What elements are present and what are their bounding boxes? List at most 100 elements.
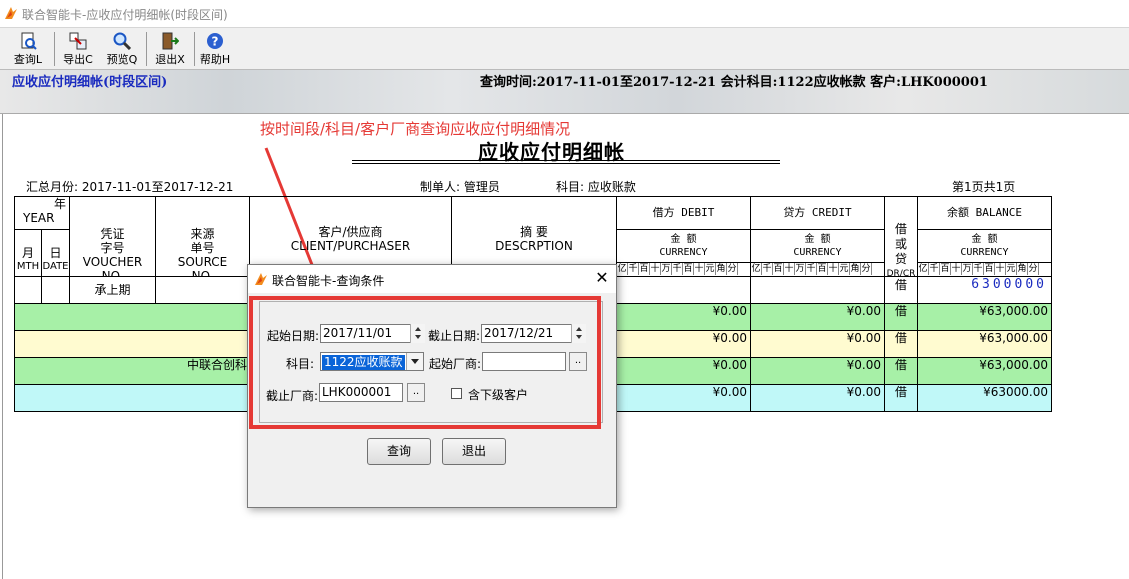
help-button[interactable]: ? 帮助H bbox=[197, 30, 233, 68]
report-subject: 科目: 应收账款 bbox=[556, 180, 636, 194]
digit-unit-label: 分 bbox=[727, 263, 738, 275]
table-cell-credit: ¥0.00 bbox=[750, 330, 885, 358]
report-banner: 应收应付明细帐(时段区间) 查询时间:2017-11-01至2017-12-21… bbox=[0, 70, 1129, 114]
highlight-box bbox=[249, 296, 601, 429]
table-cell-balance: ¥63,000.00 bbox=[917, 357, 1052, 385]
header-balance: 余额 BALANCE bbox=[917, 196, 1052, 230]
digit-unit-label: 万 bbox=[962, 263, 973, 275]
digit-unit-label: 千 bbox=[628, 263, 639, 275]
svg-text:?: ? bbox=[212, 35, 219, 49]
digit-unit-label: 千 bbox=[806, 263, 817, 275]
digit-unit-label: 千 bbox=[762, 263, 773, 275]
header-credit: 贷方 CREDIT bbox=[750, 196, 885, 230]
title-underline bbox=[352, 163, 780, 164]
digit-unit-label: 分 bbox=[1028, 263, 1039, 275]
magnifier-icon bbox=[113, 32, 131, 50]
table-cell bbox=[41, 276, 70, 304]
dialog-titlebar: 联合智能卡-查询条件 ✕ bbox=[248, 265, 616, 293]
export-icon bbox=[69, 32, 87, 50]
dialog-exit-button[interactable]: 退出 bbox=[442, 438, 506, 465]
digit-unit-label: 亿 bbox=[918, 263, 929, 275]
toolbar-separator bbox=[146, 32, 147, 66]
summary-month: 汇总月份: 2017-11-01至2017-12-21 bbox=[26, 180, 234, 194]
table-cell-balance: 6300000 bbox=[917, 276, 1052, 304]
export-button[interactable]: 导出C bbox=[58, 30, 98, 68]
header-voucher: 凭证 字号 VOUCHER NO. bbox=[69, 196, 156, 277]
table-cell-credit: ¥0.00 bbox=[750, 384, 885, 412]
digit-unit-label: 元 bbox=[1006, 263, 1017, 275]
dialog-title: 联合智能卡-查询条件 bbox=[272, 274, 385, 288]
report-maker: 制单人: 管理员 bbox=[420, 180, 500, 194]
exit-door-icon bbox=[162, 32, 179, 50]
table-cell-debit: ¥0.00 bbox=[616, 330, 751, 358]
digit-unit-label: 十 bbox=[828, 263, 839, 275]
digit-unit-label: 角 bbox=[1017, 263, 1028, 275]
table-cell-dc: 借 bbox=[884, 276, 918, 304]
header-day: 日 DATE bbox=[41, 229, 70, 277]
digit-unit-label: 十 bbox=[784, 263, 795, 275]
table-cell-dc: 借 bbox=[884, 357, 918, 385]
window-title: 联合智能卡-应收应付明细帐(时段区间) bbox=[22, 8, 228, 22]
header-year: 年 YEAR bbox=[14, 196, 70, 230]
table-cell-credit: ¥0.00 bbox=[750, 357, 885, 385]
table-cell-credit: ¥0.00 bbox=[750, 303, 885, 331]
page-indicator: 第1页共1页 bbox=[952, 180, 1016, 194]
header-debit-currency: 金 额 CURRENCY bbox=[616, 229, 751, 263]
digit-unit-label: 百 bbox=[817, 263, 828, 275]
digit-unit-label: 百 bbox=[773, 263, 784, 275]
dialog-query-button[interactable]: 查询 bbox=[367, 438, 431, 465]
digit-unit-label: 千 bbox=[672, 263, 683, 275]
digit-unit-label: 万 bbox=[795, 263, 806, 275]
digit-unit-label: 百 bbox=[984, 263, 995, 275]
digit-unit-label: 角 bbox=[716, 263, 727, 275]
header-credit-currency: 金 额 CURRENCY bbox=[750, 229, 885, 263]
table-cell-dc: 借 bbox=[884, 384, 918, 412]
table-cell bbox=[155, 276, 250, 304]
digit-unit-label: 角 bbox=[850, 263, 861, 275]
digit-unit-label: 千 bbox=[973, 263, 984, 275]
table-cell-balance: ¥63,000.00 bbox=[917, 303, 1052, 331]
query-icon bbox=[21, 32, 37, 50]
table-cell-source: 承上期 bbox=[69, 276, 156, 304]
help-icon: ? bbox=[207, 33, 223, 49]
table-cell-debit: ¥0.00 bbox=[616, 384, 751, 412]
table-cell-balance: ¥63,000.00 bbox=[917, 330, 1052, 358]
title-underline bbox=[352, 160, 780, 161]
digit-unit-label: 元 bbox=[839, 263, 850, 275]
toolbar: 查询L 导出C 预览Q 退出X ? 帮助H bbox=[0, 28, 1129, 70]
toolbar-separator bbox=[194, 32, 195, 66]
digit-unit-label: 百 bbox=[639, 263, 650, 275]
digit-unit-label: 十 bbox=[995, 263, 1006, 275]
digit-unit-label: 十 bbox=[951, 263, 962, 275]
banner-title: 应收应付明细帐(时段区间) bbox=[12, 75, 168, 90]
close-icon[interactable]: ✕ bbox=[592, 268, 612, 288]
window-titlebar: 联合智能卡-应收应付明细帐(时段区间) bbox=[0, 0, 1129, 28]
table-cell-debit: ¥0.00 bbox=[616, 303, 751, 331]
query-dialog: 联合智能卡-查询条件 ✕ 起始日期: 2017/11/01 截止日期: 2017… bbox=[247, 264, 617, 508]
header-dc: 借 或 贷 DR/CR bbox=[884, 196, 918, 277]
toolbar-separator bbox=[54, 32, 55, 66]
header-debit-digits: 亿千百十万千百十元角分 bbox=[616, 262, 751, 277]
banner-query-info: 查询时间:2017-11-01至2017-12-21 会计科目:1122应收帐款… bbox=[480, 75, 988, 90]
table-cell-balance: ¥63000.00 bbox=[917, 384, 1052, 412]
table-cell bbox=[750, 276, 885, 304]
digit-unit-label: 十 bbox=[694, 263, 705, 275]
table-cell bbox=[14, 276, 42, 304]
header-credit-digits: 亿千百十万千百十元角分 bbox=[750, 262, 885, 277]
digit-unit-label: 十 bbox=[650, 263, 661, 275]
header-balance-currency: 金 额 CURRENCY bbox=[917, 229, 1052, 263]
query-button[interactable]: 查询L bbox=[8, 30, 48, 68]
exit-button[interactable]: 退出X bbox=[150, 30, 190, 68]
header-balance-digits: 亿千百十万千百十元角分 bbox=[917, 262, 1052, 277]
app-logo-icon bbox=[5, 7, 17, 19]
digit-unit-label: 元 bbox=[705, 263, 716, 275]
digit-unit-label: 百 bbox=[683, 263, 694, 275]
table-cell-dc: 借 bbox=[884, 303, 918, 331]
header-month: 月 MTH bbox=[14, 229, 42, 277]
digit-unit-label: 万 bbox=[661, 263, 672, 275]
table-cell-dc: 借 bbox=[884, 330, 918, 358]
preview-button[interactable]: 预览Q bbox=[102, 30, 142, 68]
digit-unit-label: 亿 bbox=[617, 263, 628, 275]
table-cell bbox=[616, 276, 751, 304]
header-source: 来源 单号 SOURCE NO. bbox=[155, 196, 250, 277]
